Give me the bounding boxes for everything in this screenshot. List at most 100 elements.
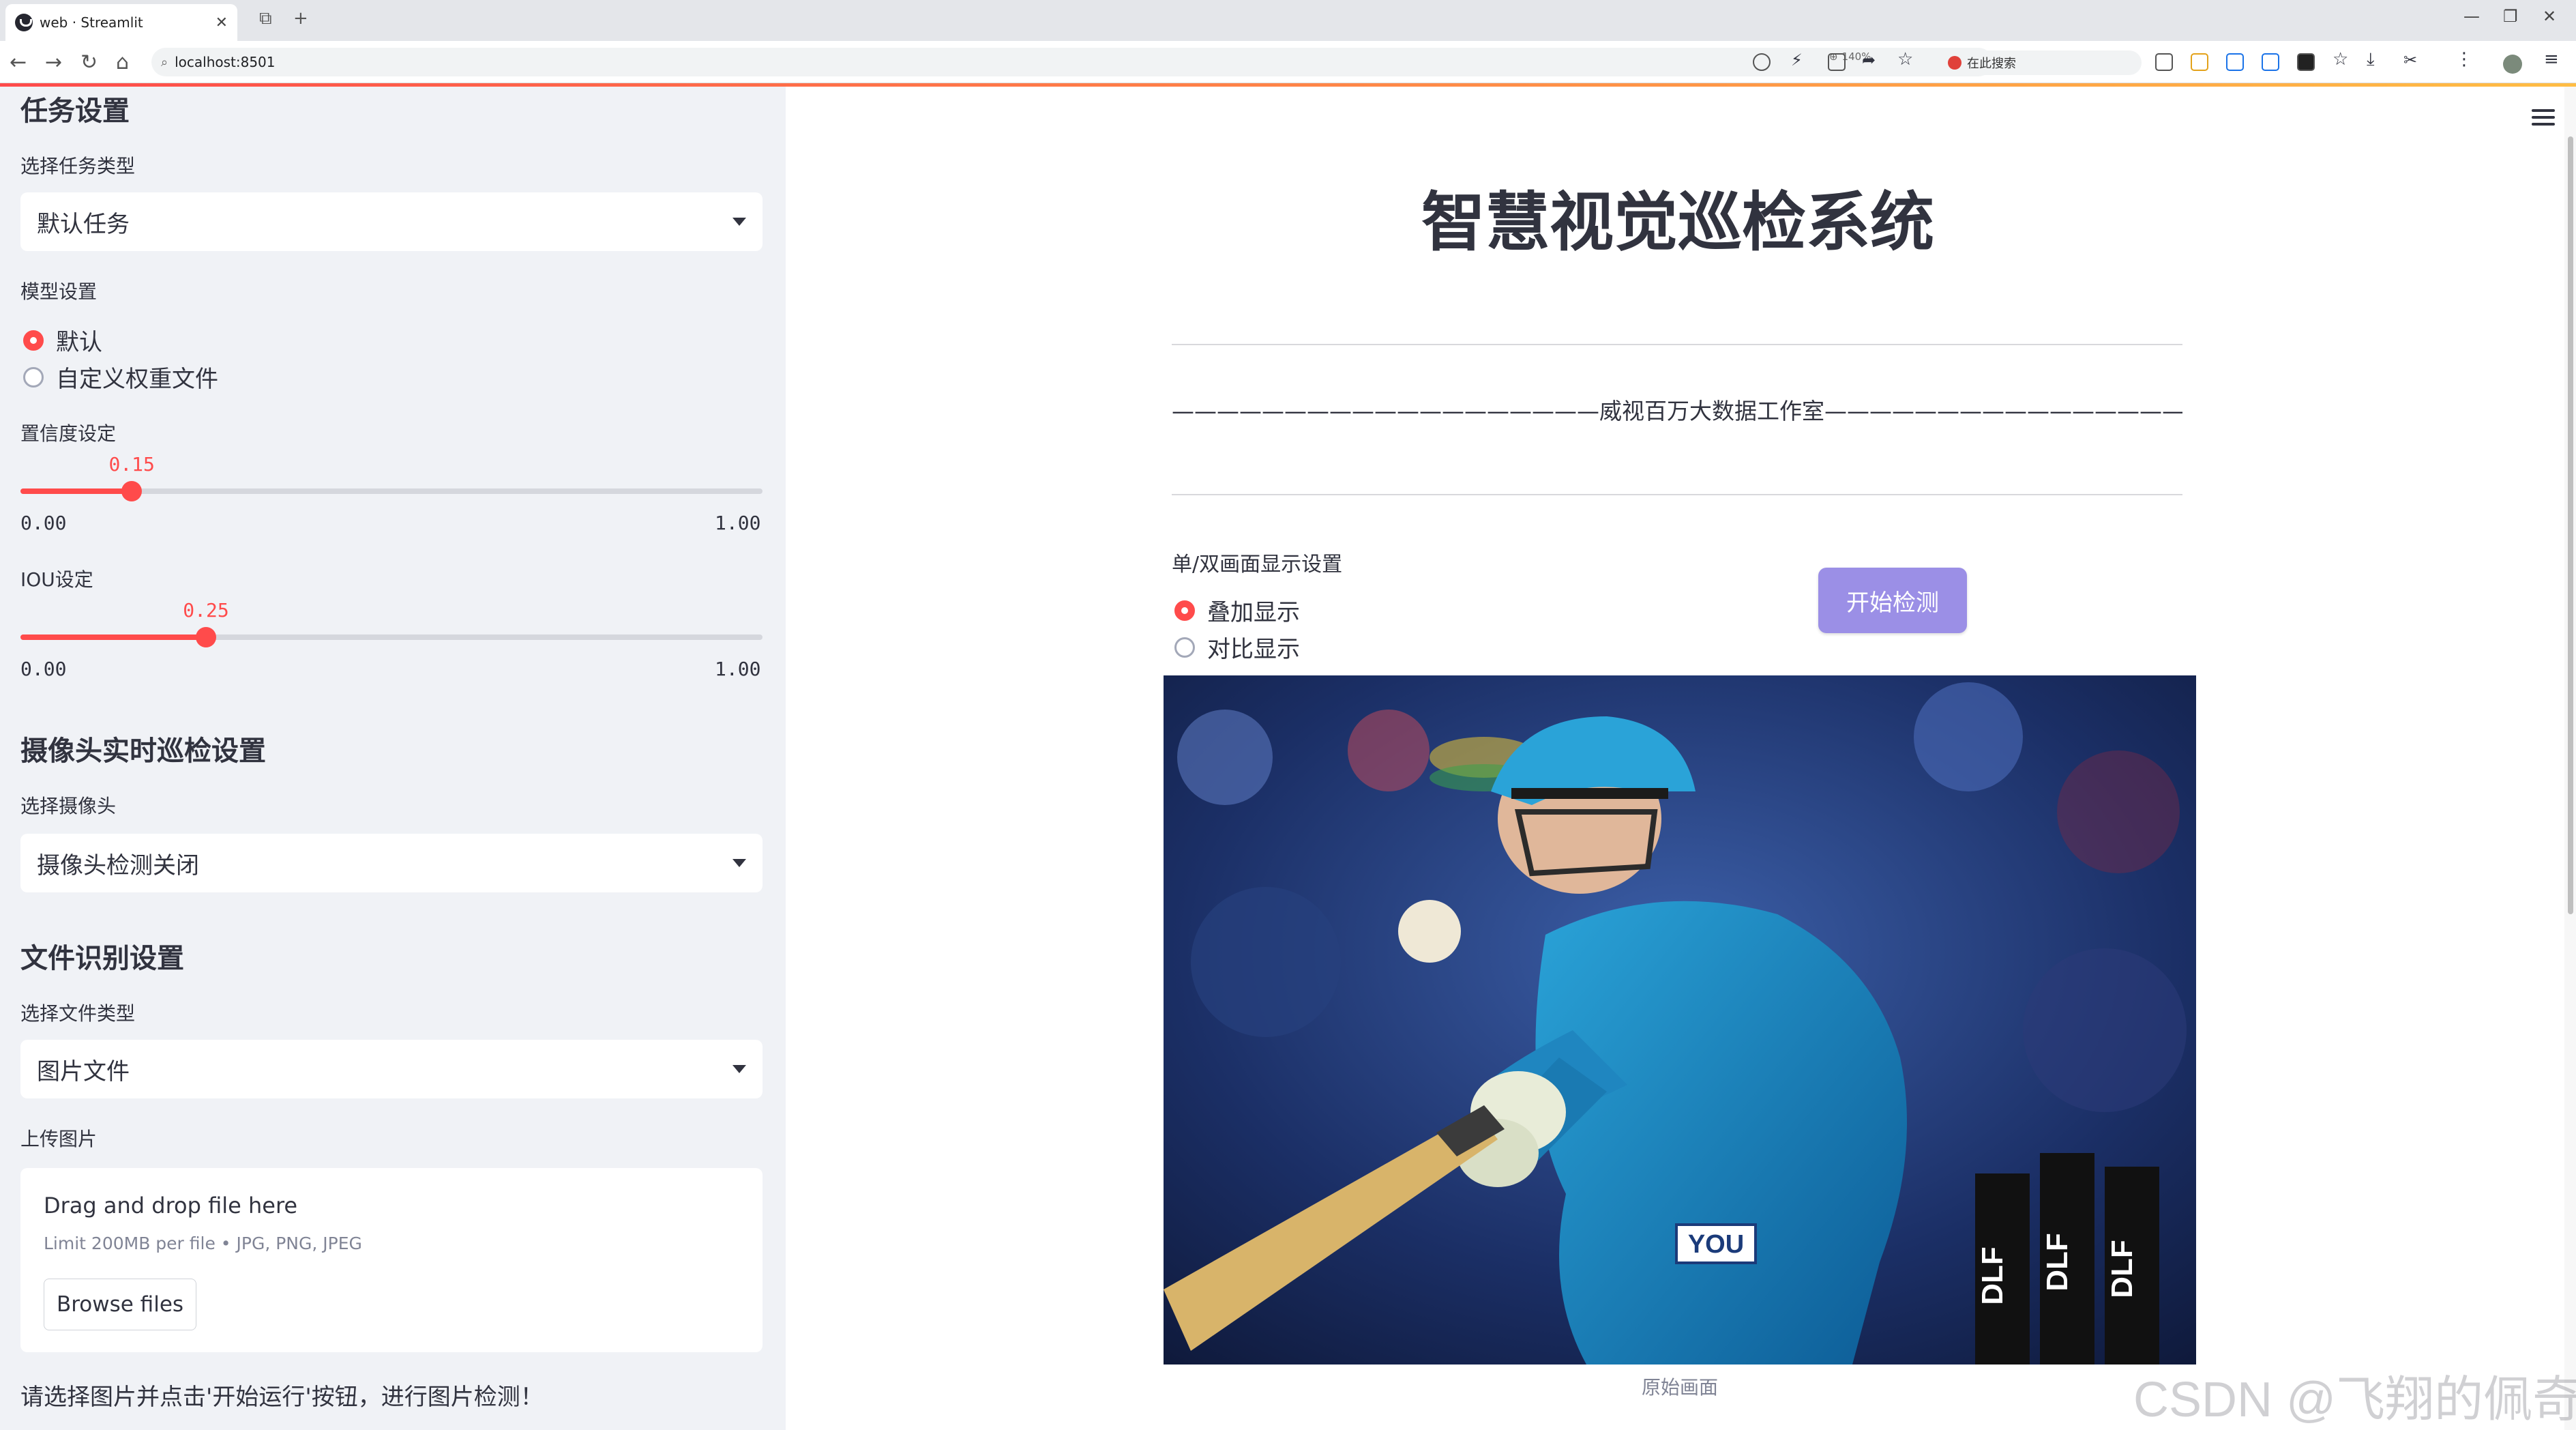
browser-tab[interactable]: web · Streamlit ✕ [5, 4, 237, 41]
radio-unselected-icon[interactable] [23, 366, 44, 388]
camera-select-label: 选择摄像头 [20, 795, 117, 817]
share-icon[interactable]: ➦ [1862, 50, 1880, 70]
model-option-default[interactable]: 默认 [23, 323, 102, 357]
file-settings-heading: 文件识别设置 [20, 943, 184, 974]
tab-title: web · Streamlit [40, 14, 143, 31]
iou-slider[interactable] [20, 627, 763, 647]
chevron-down-icon [732, 859, 746, 867]
cricket-player-image: YOU DLF DLF DLF [1164, 675, 2196, 1365]
jersey-badge-text: YOU [1688, 1230, 1744, 1259]
sidebar-instruction: 请选择图片并点击'开始运行'按钮，进行图片检测！ [20, 1384, 544, 1411]
confidence-slider[interactable] [20, 481, 763, 501]
chevron-down-icon [732, 218, 746, 226]
back-icon[interactable]: ← [10, 50, 27, 74]
reading-mode-icon[interactable] [2155, 53, 2173, 71]
task-type-label: 选择任务类型 [20, 155, 136, 177]
minimize-icon[interactable]: — [2463, 7, 2480, 26]
search-icon: ⌕ [161, 55, 168, 70]
camera-settings-heading: 摄像头实时巡检设置 [20, 735, 266, 767]
model-settings-label: 模型设置 [20, 280, 98, 303]
file-uploader-dropzone[interactable]: Drag and drop file here Limit 200MB per … [20, 1168, 763, 1352]
streamlit-favicon-icon [15, 14, 33, 31]
upload-title: Drag and drop file here [44, 1193, 298, 1219]
search-placeholder: 在此搜索 [1967, 57, 2016, 71]
display-option-label: 对比显示 [1207, 636, 1300, 663]
avatar[interactable] [2503, 55, 2522, 74]
extension-icon[interactable] [2262, 53, 2279, 71]
display-option-label: 叠加显示 [1207, 599, 1300, 626]
stump-logo-text: DLF [1976, 1246, 2009, 1305]
sidebar-menu-icon[interactable]: ≡ [2544, 49, 2562, 70]
confidence-label: 置信度设定 [20, 422, 117, 445]
home-icon[interactable]: ⌂ [116, 50, 129, 74]
cut-icon[interactable]: ✂ [2403, 50, 2421, 70]
collections-icon[interactable]: ☆ [2333, 49, 2350, 70]
radio-selected-icon[interactable] [23, 330, 44, 351]
search-engine-icon [1948, 56, 1961, 70]
tab-close-icon[interactable]: ✕ [216, 14, 228, 31]
camera-select[interactable]: 摄像头检测关闭 [20, 834, 763, 892]
display-settings-label: 单/双画面显示设置 [1172, 553, 1343, 577]
tab-group-icon[interactable]: ⧉ [259, 8, 272, 29]
iou-label: IOU设定 [20, 568, 93, 591]
confidence-value: 0.15 [108, 453, 155, 476]
scrollbar-thumb[interactable] [2568, 136, 2573, 914]
confidence-slider-fill [20, 488, 132, 494]
image-caption: 原始画面 [1641, 1376, 1718, 1399]
radio-selected-icon[interactable] [1174, 600, 1195, 621]
extension-icon[interactable] [2226, 53, 2244, 71]
model-option-custom[interactable]: 自定义权重文件 [23, 360, 218, 394]
close-window-icon[interactable]: ✕ [2543, 7, 2556, 26]
chevron-down-icon [732, 1065, 746, 1073]
task-type-value: 默认任务 [37, 210, 130, 238]
forward-icon[interactable]: → [45, 50, 62, 74]
model-option-label: 默认 [56, 329, 102, 356]
file-type-value: 图片文件 [37, 1057, 130, 1085]
display-option-overlay[interactable]: 叠加显示 [1174, 594, 1300, 627]
reload-icon[interactable]: ↻ [80, 50, 98, 74]
url-field[interactable]: ⌕ localhost:8501 ⊕ 140% [151, 48, 1993, 76]
radio-unselected-icon[interactable] [1174, 637, 1195, 658]
browse-files-button[interactable]: Browse files [44, 1279, 196, 1330]
camera-select-value: 摄像头检测关闭 [37, 851, 199, 879]
lightning-icon[interactable]: ⚡ [1791, 50, 1809, 70]
extension-icon[interactable] [2297, 53, 2315, 71]
iou-slider-fill [20, 634, 206, 640]
model-option-label: 自定义权重文件 [56, 366, 218, 393]
iou-slider-thumb[interactable] [196, 627, 216, 647]
start-detection-button[interactable]: 开始检测 [1818, 568, 1967, 633]
task-type-select[interactable]: 默认任务 [20, 192, 763, 251]
file-type-select[interactable]: 图片文件 [20, 1040, 763, 1098]
iou-min: 0.00 [20, 658, 67, 680]
restore-icon[interactable]: ❐ [2503, 7, 2518, 26]
browser-tab-bar: web · Streamlit ✕ ⧉ + — ❐ ✕ [0, 0, 2576, 41]
detection-image: YOU DLF DLF DLF [1164, 675, 2196, 1365]
divider [1172, 494, 2182, 495]
download-icon[interactable]: ⤓ [2367, 49, 2384, 70]
task-settings-heading: 任务设置 [20, 96, 130, 127]
browser-address-bar: ← → ↻ ⌂ ⌕ localhost:8501 ⊕ 140% ⚡ ➦ ☆ 在此… [0, 41, 2576, 83]
confidence-max: 1.00 [715, 512, 761, 534]
url-text: localhost:8501 [175, 54, 276, 70]
app-menu-icon[interactable] [2532, 109, 2555, 127]
favorite-star-icon[interactable]: ☆ [1897, 49, 1915, 70]
display-option-compare[interactable]: 对比显示 [1174, 630, 1300, 664]
iou-value: 0.25 [183, 599, 229, 622]
divider [1172, 344, 2182, 345]
confidence-min: 0.00 [20, 512, 67, 534]
new-tab-icon[interactable]: + [293, 8, 308, 29]
upload-label: 上传图片 [20, 1128, 98, 1150]
confidence-slider-thumb[interactable] [121, 481, 143, 501]
more-menu-icon[interactable]: ⋮ [2455, 49, 2473, 70]
browser-search-box[interactable]: 在此搜索 [1937, 50, 2142, 75]
iou-max: 1.00 [715, 658, 761, 680]
watermark: CSDN @飞翔的佩奇 [2133, 1373, 2576, 1427]
page-title: 智慧视觉巡检系统 [1421, 186, 1934, 260]
stump-logo-text: DLF [2105, 1240, 2139, 1298]
stump-logo-text: DLF [2041, 1233, 2074, 1292]
translate-icon[interactable] [1753, 53, 1771, 71]
extension-icon[interactable] [2191, 53, 2208, 71]
screenshot-icon[interactable] [1828, 53, 1846, 71]
upload-limit: Limit 200MB per file • JPG, PNG, JPEG [44, 1234, 362, 1253]
studio-banner: ———————————————————威视百万大数据工作室———————————… [1172, 398, 2182, 424]
